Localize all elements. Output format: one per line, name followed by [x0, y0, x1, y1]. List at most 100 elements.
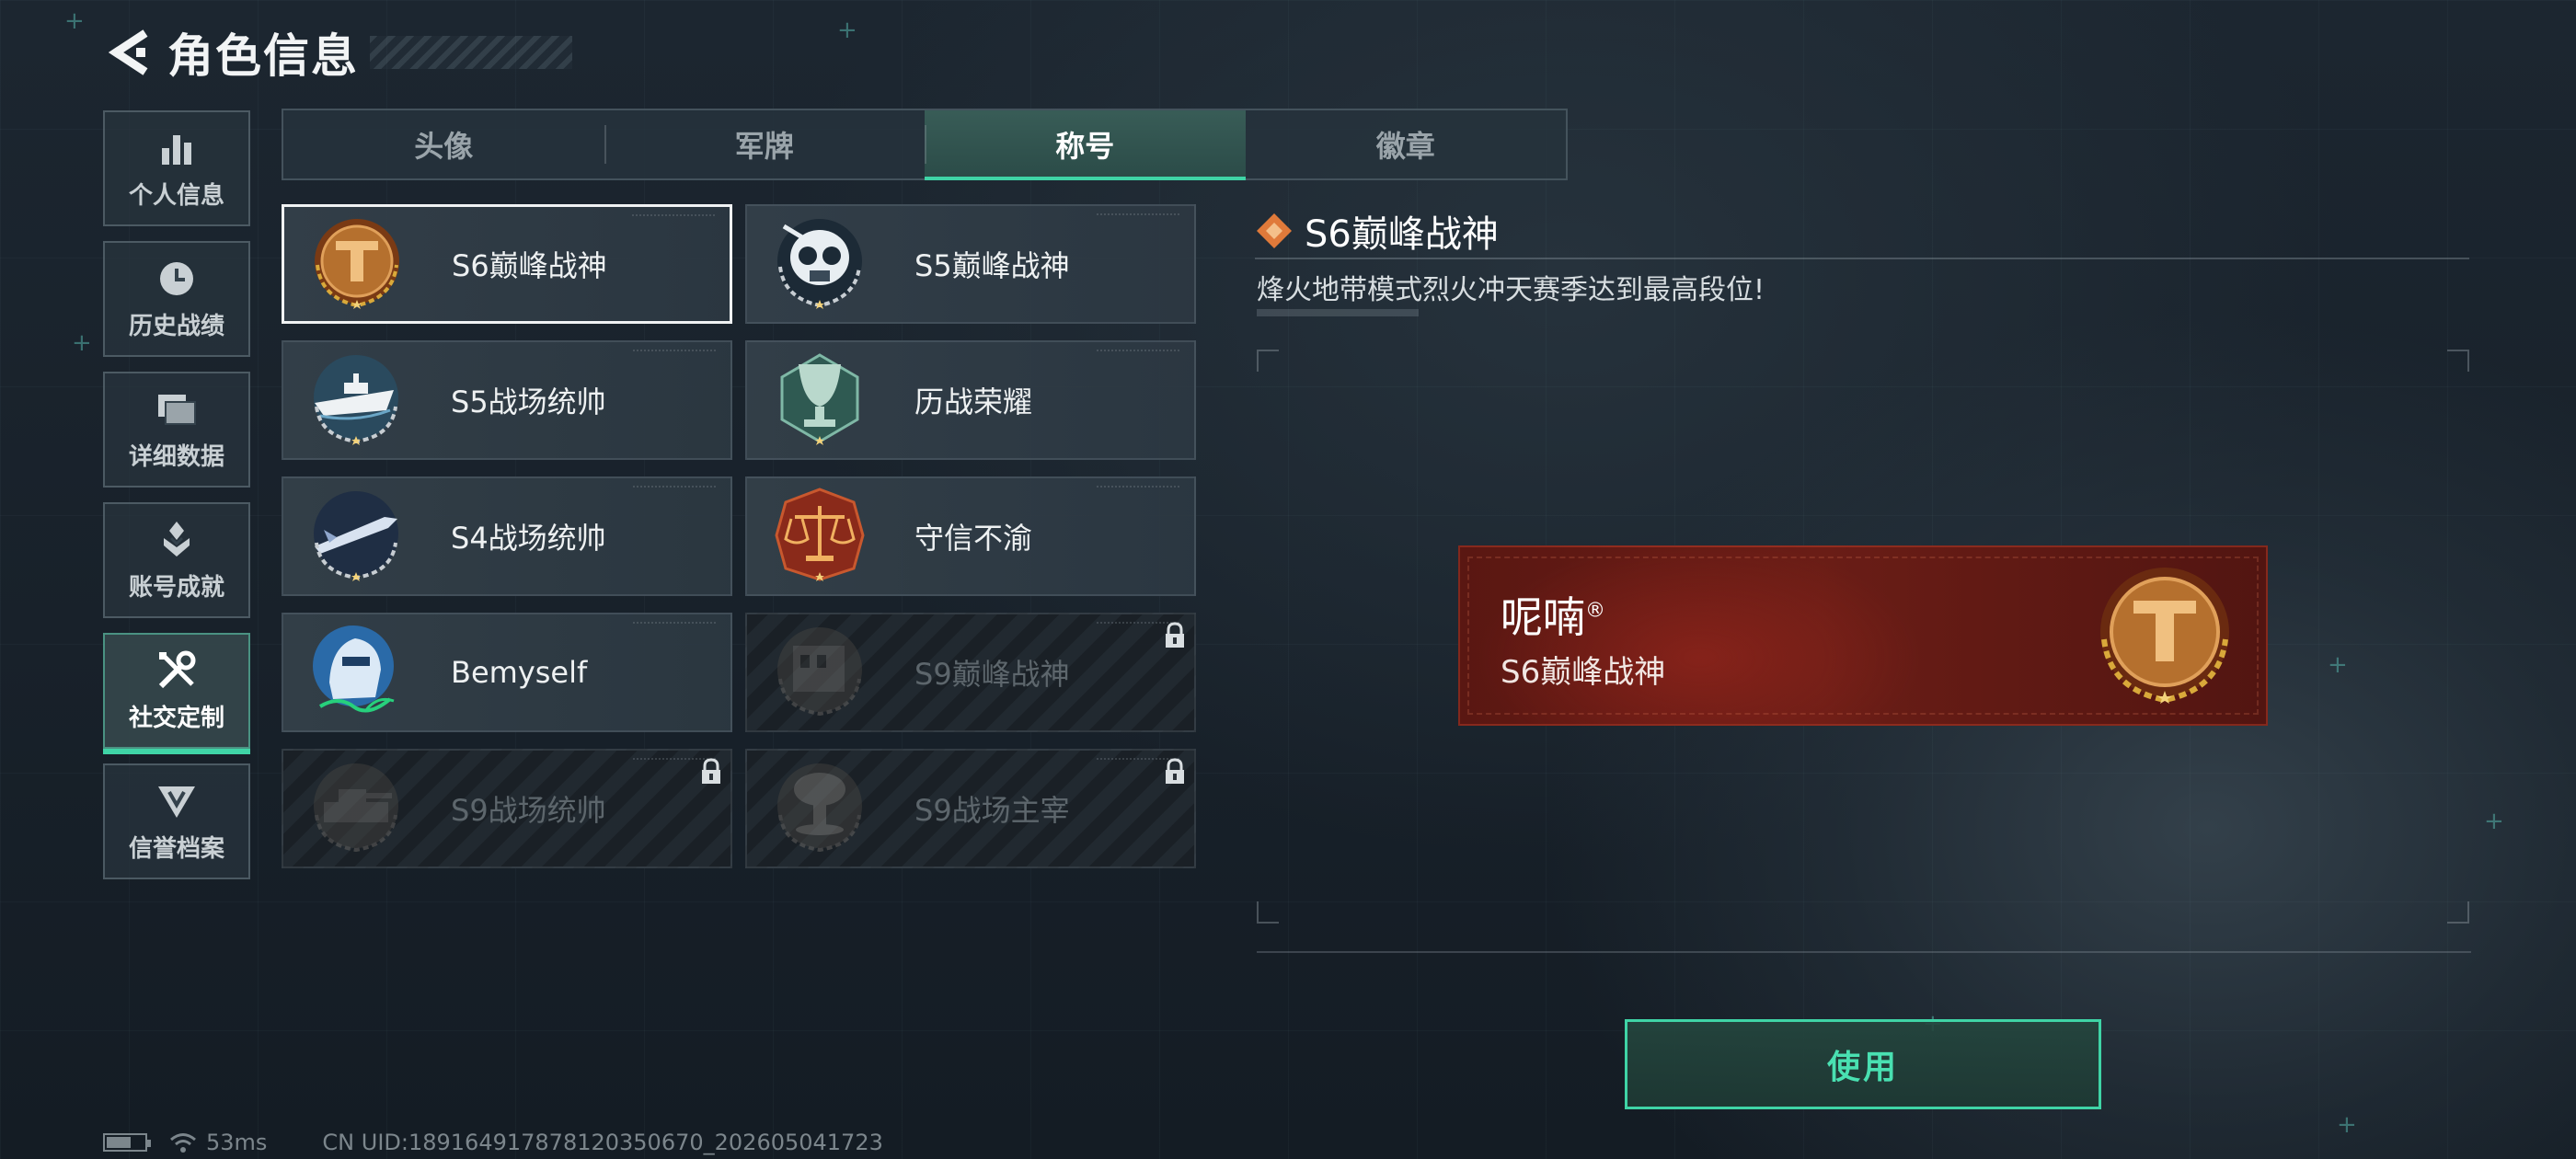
- user-uid: CN UID:18916491787812035​0670_2026050417…: [322, 1130, 883, 1155]
- sidenav-item-history[interactable]: 历史战绩: [103, 241, 250, 357]
- title-card-bemyself[interactable]: Bemyself: [282, 613, 732, 732]
- use-button[interactable]: 使用: [1625, 1019, 2101, 1109]
- plus-mark: +: [837, 17, 857, 44]
- sidenav-item-label: 个人信息: [128, 181, 224, 210]
- plus-mark: +: [2328, 651, 2348, 679]
- trophy-emblem-icon: [765, 346, 874, 454]
- ruins-emblem-icon: [765, 618, 874, 727]
- tab-badges[interactable]: 徽章: [1246, 110, 1567, 178]
- title-card-s6-peak-god[interactable]: S6巅峰战神: [282, 204, 732, 324]
- preview-title: S6巅峰战神: [1501, 654, 1666, 691]
- plus-mark: +: [64, 7, 85, 35]
- title-card-label: S4战场统帅: [451, 521, 606, 556]
- sidenav-item-personal-info[interactable]: 个人信息: [103, 110, 250, 226]
- tab-avatar[interactable]: 头像: [283, 110, 604, 178]
- title-card-label: Bemyself: [451, 655, 588, 690]
- status-footer: 53ms CN UID:18916491787812035​0670_20260…: [103, 1130, 883, 1155]
- tank-emblem-icon: [302, 754, 410, 863]
- sidenav-item-label: 信誉档案: [128, 834, 224, 863]
- description-underline: [1257, 309, 1419, 316]
- sidenav-item-details[interactable]: 详细数据: [103, 372, 250, 488]
- registered-mark: ®: [1585, 599, 1605, 623]
- preview-player-name: 呢喃®: [1501, 584, 1605, 645]
- title-card-keep-faith[interactable]: 守信不渝: [745, 476, 1196, 596]
- sidenav-item-social[interactable]: 社交定制: [103, 633, 250, 754]
- lock-icon: [1166, 622, 1184, 648]
- card-decoration: [633, 486, 716, 495]
- tools-icon: [155, 649, 198, 692]
- title-card-battle-glory[interactable]: 历战荣耀: [745, 340, 1196, 460]
- title-card-label: 守信不渝: [914, 521, 1033, 556]
- title-card-label: S5巅峰战神: [914, 248, 1070, 283]
- divider: [1257, 951, 2471, 953]
- title-card-s5-peak-god[interactable]: S5巅峰战神: [745, 204, 1196, 324]
- bar-chart-icon: [155, 127, 198, 169]
- sidenav-item-label: 详细数据: [128, 442, 224, 471]
- skull-gasmask-emblem-icon: [765, 210, 874, 318]
- tab-dogtag[interactable]: 军牌: [604, 110, 926, 178]
- title-card-s9-dominator[interactable]: S9战场主宰: [745, 749, 1196, 868]
- folder-icon: [155, 388, 198, 430]
- title-decoration: [370, 36, 572, 69]
- card-decoration: [1097, 486, 1179, 495]
- title-card-label: S6巅峰战神: [452, 248, 607, 283]
- category-tabs: 头像 军牌 称号 徽章: [282, 109, 1568, 180]
- battery-icon: [103, 1133, 151, 1152]
- sidenav-item-label: 账号成就: [128, 573, 224, 602]
- wifi-icon: [170, 1133, 196, 1153]
- back-arrow-icon: [109, 29, 148, 75]
- hooded-figure-emblem-icon: [302, 618, 410, 727]
- detail-description: 烽火地带模式烈火冲天赛季达到最高段位!: [1257, 274, 1765, 306]
- sidenav-item-achievements[interactable]: 账号成就: [103, 502, 250, 618]
- title-preview-banner: 呢喃® S6巅峰战神: [1458, 545, 2268, 726]
- scales-emblem-icon: [765, 482, 874, 591]
- lock-icon: [702, 758, 720, 784]
- card-decoration: [1097, 213, 1179, 223]
- title-card-label: S9巅峰战神: [914, 657, 1070, 692]
- detail-title: S6巅峰战神: [1305, 213, 1499, 256]
- title-list: S6巅峰战神 S5巅峰战神 S5战场统帅 历战荣耀 S4战场统帅 守信不渝 Be…: [282, 204, 1196, 868]
- title-card-s9-commander[interactable]: S9战场统帅: [282, 749, 732, 868]
- plus-mark: +: [2484, 808, 2504, 835]
- diamond-icon: [1257, 213, 1292, 248]
- missile-emblem-icon: [302, 482, 410, 591]
- side-navigation: 个人信息 历史战绩 详细数据 账号成就 社交定制 信誉档案: [103, 110, 250, 894]
- title-card-label: 历战荣耀: [914, 384, 1033, 419]
- bronze-t-emblem-icon: [303, 210, 411, 318]
- plus-mark: +: [2337, 1111, 2357, 1139]
- card-decoration: [1097, 350, 1179, 359]
- sidenav-item-label: 历史战绩: [128, 312, 224, 340]
- tab-titles[interactable]: 称号: [925, 110, 1246, 180]
- sidenav-item-label: 社交定制: [128, 704, 224, 732]
- title-card-label: S9战场主宰: [914, 793, 1070, 828]
- sidenav-item-credit[interactable]: 信誉档案: [103, 763, 250, 879]
- title-card-s5-commander[interactable]: S5战场统帅: [282, 340, 732, 460]
- frame-corner: [1257, 901, 1279, 924]
- frame-corner: [2447, 350, 2469, 372]
- title-card-label: S5战场统帅: [451, 384, 606, 419]
- back-button[interactable]: [101, 25, 156, 80]
- title-card-label: S9战场统帅: [451, 793, 606, 828]
- preview-player-name-text: 呢喃: [1501, 592, 1585, 642]
- frame-corner: [2447, 901, 2469, 924]
- plus-mark: +: [72, 329, 92, 357]
- card-decoration: [633, 622, 716, 631]
- lock-icon: [1166, 758, 1184, 784]
- title-card-s9-peak-god[interactable]: S9巅峰战神: [745, 613, 1196, 732]
- clock-icon: [155, 258, 198, 300]
- ping-value: 53ms: [206, 1130, 268, 1155]
- page-title: 角色信息: [167, 29, 359, 83]
- card-decoration: [632, 214, 715, 224]
- bronze-t-emblem-icon: [2100, 568, 2229, 704]
- achievement-icon: [155, 519, 198, 561]
- title-card-s4-commander[interactable]: S4战场统帅: [282, 476, 732, 596]
- card-decoration: [633, 350, 716, 359]
- credit-icon: [155, 780, 198, 822]
- use-button-label: 使用: [1826, 1049, 1899, 1086]
- header: 角色信息: [101, 20, 572, 85]
- detail-header: S6巅峰战神: [1255, 204, 2469, 259]
- battery-level: [107, 1137, 132, 1148]
- mushroom-cloud-emblem-icon: [765, 754, 874, 863]
- warship-emblem-icon: [302, 346, 410, 454]
- frame-corner: [1257, 350, 1279, 372]
